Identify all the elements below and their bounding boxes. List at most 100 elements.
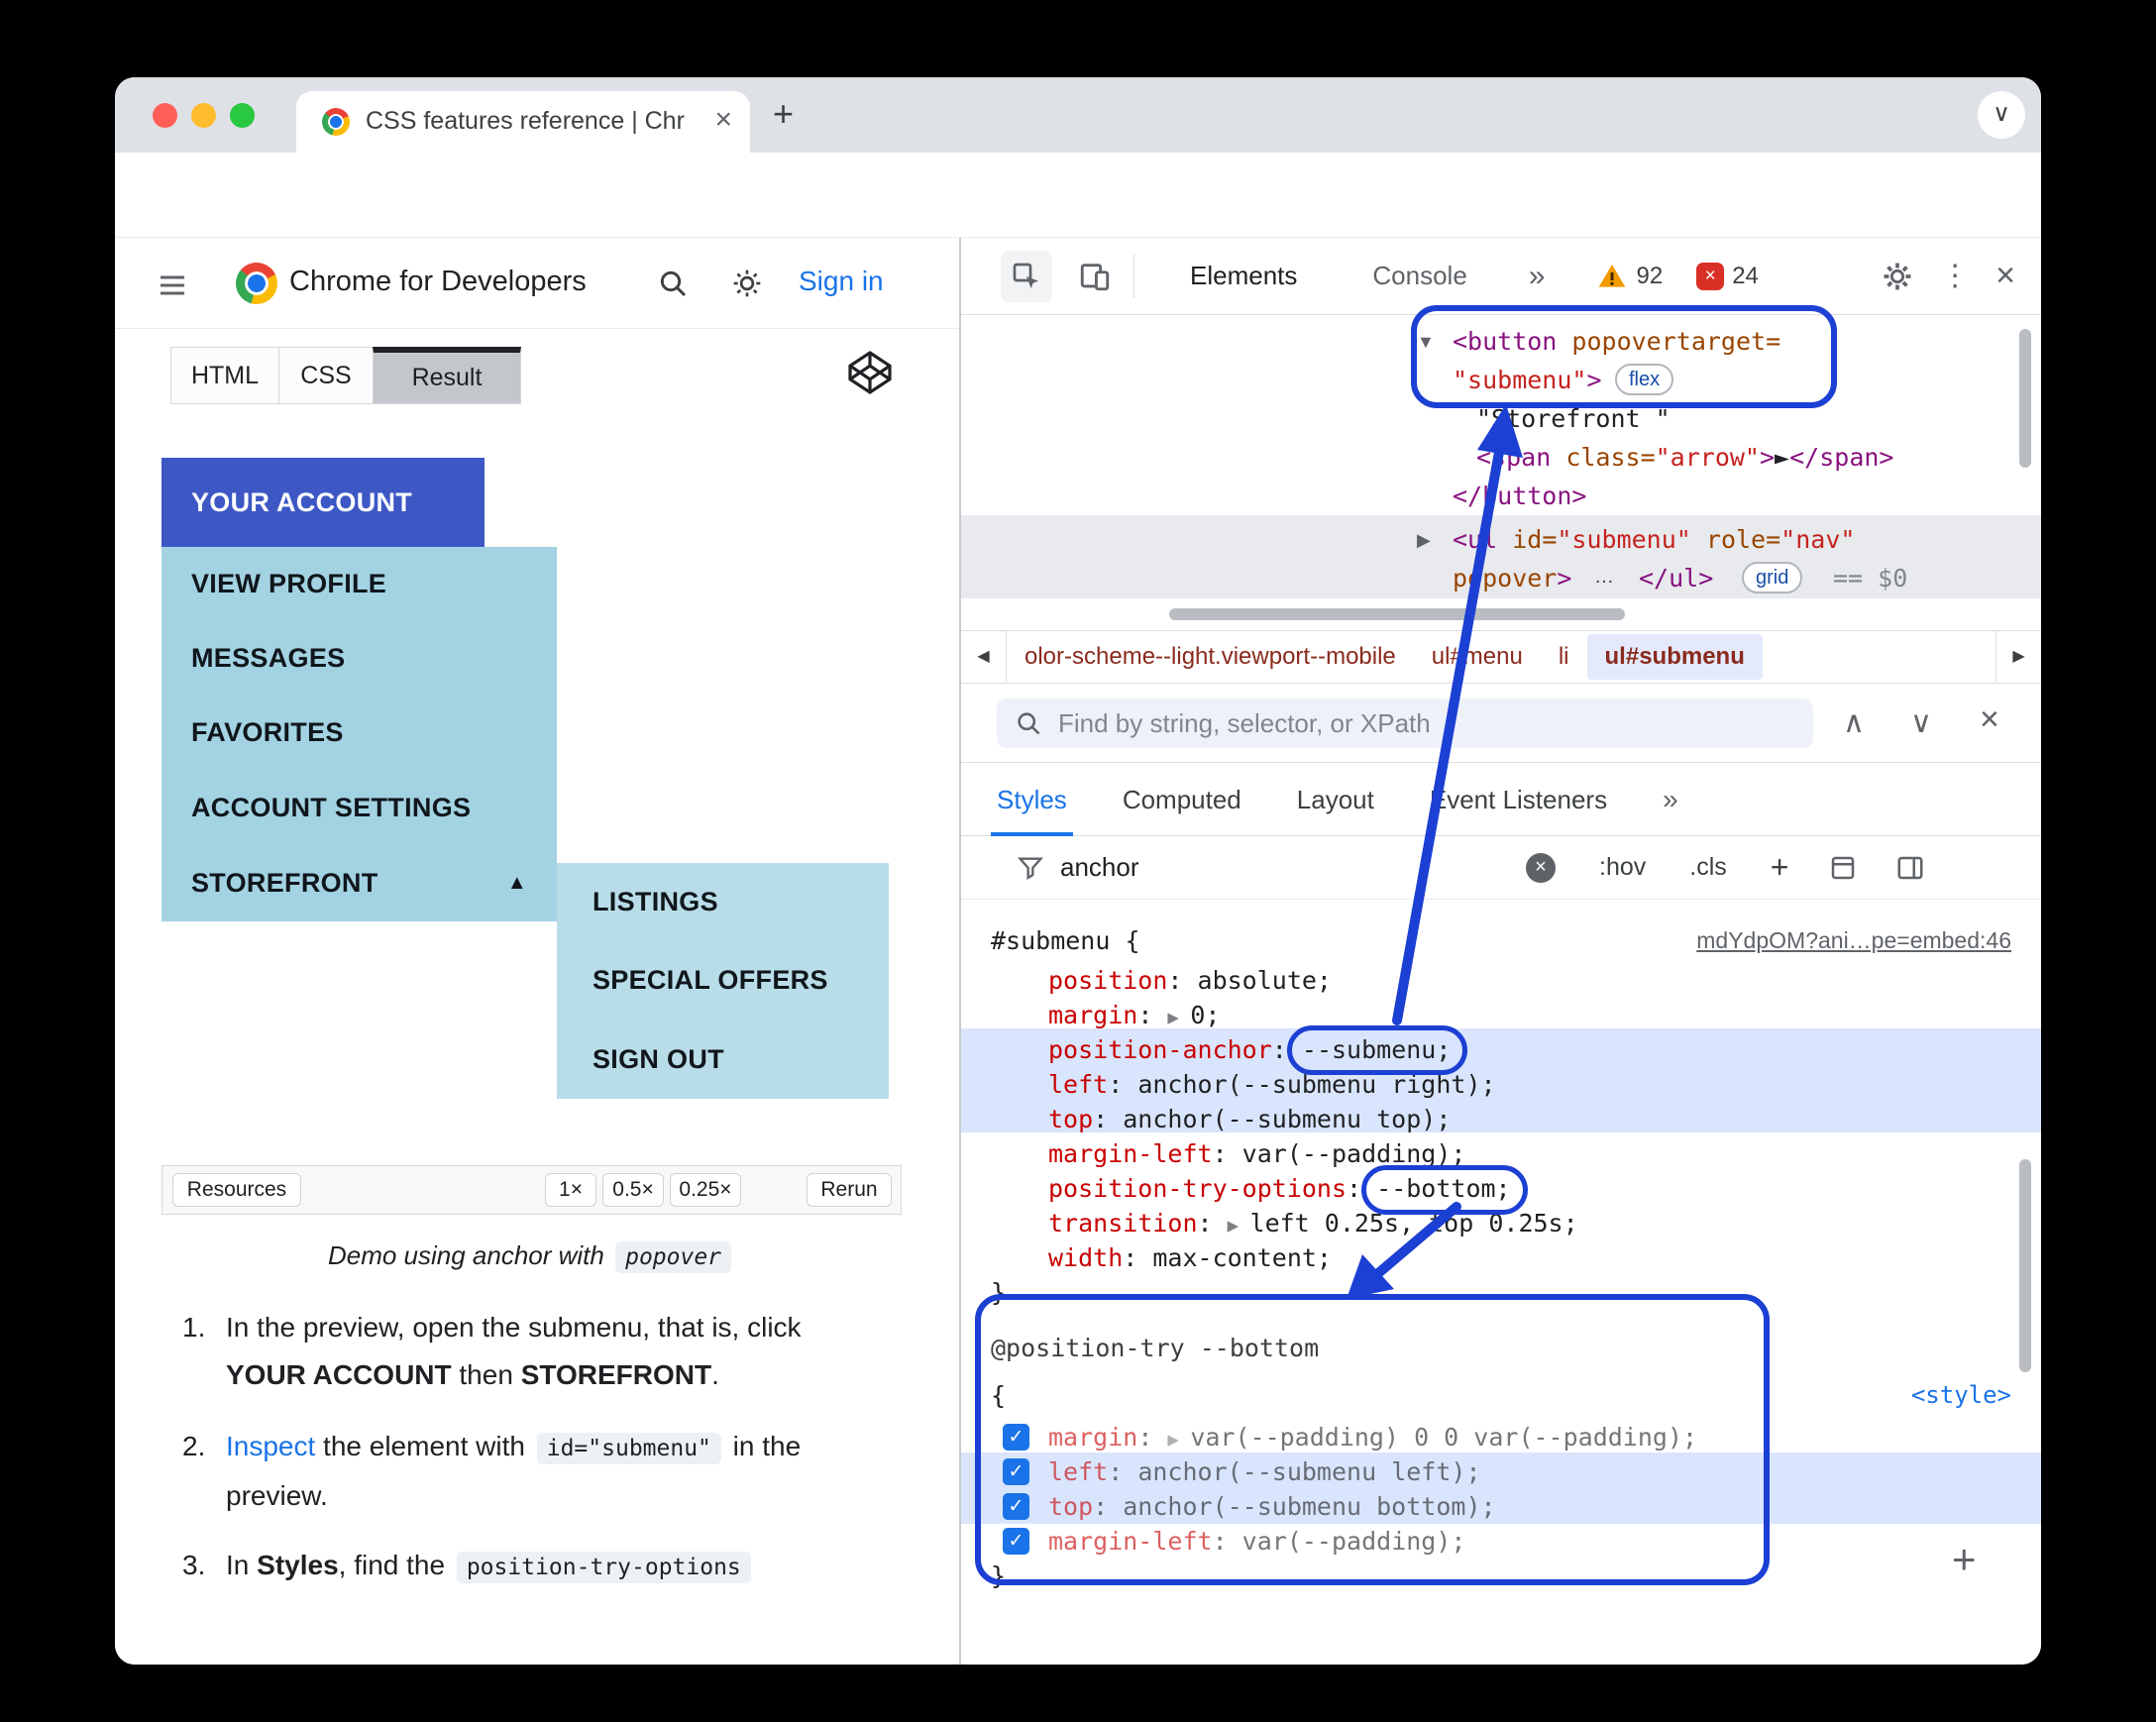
error-count[interactable]: 24 [1732, 263, 1759, 290]
find-close-icon[interactable]: × [1980, 700, 1999, 739]
window-close-button[interactable] [153, 103, 177, 128]
css-property[interactable]: transition: ▶ left 0.25s, top 0.25s; [1048, 1206, 1578, 1243]
sign-in-link[interactable]: Sign in [799, 266, 908, 297]
tab-result[interactable]: Result [373, 347, 521, 404]
grid-badge[interactable]: grid [1742, 562, 1803, 593]
tab-console[interactable]: Console [1372, 261, 1466, 291]
rule-source-link[interactable]: mdYdpOM?ani…pe=embed:46 [1696, 927, 2011, 954]
window-zoom-button[interactable] [230, 103, 255, 128]
tab-html[interactable]: HTML [170, 347, 279, 404]
tab-event-listeners[interactable]: Event Listeners [1430, 763, 1607, 836]
tree-node-ul-close[interactable]: </ul> [1639, 560, 1713, 597]
demo-menu-item[interactable]: FAVORITES [162, 696, 557, 770]
expand-arrow-icon[interactable]: ▼ [1417, 323, 1435, 361]
css-property[interactable]: left: anchor(--submenu right); [1048, 1067, 1496, 1102]
css-property-position-try-options[interactable]: position-try-options: --bottom; [1048, 1171, 1511, 1206]
css-property[interactable]: top: anchor(--submenu bottom); [1048, 1489, 1496, 1524]
scale-025x-button[interactable]: 0.25× [670, 1173, 741, 1207]
demo-submenu-item[interactable]: LISTINGS [557, 863, 889, 941]
resources-button[interactable]: Resources [172, 1173, 301, 1207]
window-minimize-button[interactable] [191, 103, 216, 128]
new-style-rule-icon[interactable]: + [1771, 849, 1789, 886]
scale-05x-button[interactable]: 0.5× [602, 1173, 664, 1207]
css-property[interactable]: margin: ▶ 0; [1048, 998, 1220, 1035]
demo-menu-item[interactable]: MESSAGES [162, 621, 557, 696]
property-checkbox[interactable]: ✓ [1003, 1458, 1029, 1485]
toggle-class-editor[interactable]: .cls [1689, 853, 1727, 882]
hamburger-menu-icon[interactable] [157, 269, 188, 301]
more-tabs-icon[interactable]: » [1663, 763, 1678, 836]
tree-node-span[interactable]: <span class="arrow">►</span> [1476, 439, 1893, 477]
more-panels-icon[interactable]: » [1529, 260, 1546, 293]
vertical-scrollbar[interactable] [2019, 329, 2031, 468]
error-icon[interactable]: × [1696, 262, 1725, 290]
codepen-icon[interactable] [846, 349, 894, 396]
device-toolbar-icon[interactable] [1078, 260, 1112, 293]
tree-node-button-attr[interactable]: "submenu"> [1453, 362, 1602, 399]
tab-search-button[interactable]: ∨ [1978, 91, 2025, 139]
site-brand[interactable]: Chrome for Developers [289, 266, 587, 298]
devtools-close-icon[interactable]: × [1995, 257, 2015, 295]
css-property-position-anchor[interactable]: position-anchor: --submenu; [1048, 1032, 1451, 1067]
tab-css[interactable]: CSS [278, 347, 374, 404]
toggle-hover-state[interactable]: :hov [1599, 853, 1646, 882]
css-property[interactable]: left: anchor(--submenu left); [1048, 1454, 1481, 1489]
new-tab-button[interactable]: + [773, 93, 794, 135]
devtools-kebab-icon[interactable]: ⋮ [1940, 259, 1970, 293]
ellipsis-expand-button[interactable]: … [1583, 567, 1625, 592]
tab-close-icon[interactable]: × [714, 103, 732, 137]
settings-gear-icon[interactable] [1881, 260, 1914, 293]
flex-badge[interactable]: flex [1615, 364, 1674, 395]
property-checkbox[interactable]: ✓ [1003, 1493, 1029, 1520]
tab-layout[interactable]: Layout [1297, 763, 1374, 836]
breadcrumb-item[interactable]: olor-scheme--light.viewport--mobile [1007, 643, 1414, 671]
find-input[interactable] [997, 699, 1813, 748]
theme-sun-icon[interactable] [731, 268, 763, 299]
tab-computed[interactable]: Computed [1123, 763, 1241, 836]
style-source-link[interactable]: <style> [1911, 1378, 2011, 1413]
demo-your-account-button[interactable]: YOUR ACCOUNT [162, 458, 485, 547]
position-try-header[interactable]: @position-try --bottom [991, 1331, 1319, 1365]
rendering-emulation-icon[interactable] [1828, 853, 1858, 883]
styles-filter-input[interactable] [1060, 852, 1526, 883]
breadcrumb-item[interactable]: li [1541, 643, 1587, 671]
breadcrumb-item-selected[interactable]: ul#submenu [1586, 634, 1763, 680]
filter-clear-icon[interactable]: × [1526, 852, 1556, 883]
css-property[interactable]: top: anchor(--submenu top); [1048, 1102, 1451, 1136]
crumb-scroll-left-icon[interactable]: ◀ [961, 630, 1007, 684]
tree-node-ul-open[interactable]: <ul id="submenu" role="nav" [1453, 521, 1855, 559]
demo-menu-item[interactable]: VIEW PROFILE [162, 547, 557, 621]
rule-selector[interactable]: #submenu { [991, 923, 1140, 958]
tree-node-button-close[interactable]: </button> [1453, 478, 1586, 515]
tab-elements[interactable]: Elements [1190, 261, 1297, 291]
find-next-icon[interactable]: ∨ [1910, 705, 1932, 740]
search-icon[interactable] [657, 268, 689, 299]
css-property[interactable]: position: absolute; [1048, 963, 1332, 998]
property-checkbox[interactable]: ✓ [1003, 1528, 1029, 1555]
breadcrumb-item[interactable]: ul#menu [1414, 643, 1541, 671]
scale-1x-button[interactable]: 1× [545, 1173, 596, 1207]
warning-count[interactable]: 92 [1636, 263, 1663, 290]
toggle-sidebar-icon[interactable] [1895, 853, 1925, 883]
css-property[interactable]: width: max-content; [1048, 1240, 1332, 1275]
property-checkbox[interactable]: ✓ [1003, 1424, 1029, 1451]
tree-node-ul-end[interactable]: popover> [1453, 560, 1571, 597]
expand-arrow-icon[interactable]: ▶ [1417, 521, 1431, 559]
css-property[interactable]: margin-left: var(--padding); [1048, 1136, 1465, 1171]
find-previous-icon[interactable]: ∧ [1843, 705, 1865, 740]
css-property[interactable]: margin: ▶ var(--padding) 0 0 var(--paddi… [1048, 1420, 1697, 1457]
demo-submenu-item[interactable]: SPECIAL OFFERS [557, 941, 889, 1020]
demo-menu-item-storefront[interactable]: STOREFRONT ▲ [162, 845, 557, 921]
demo-menu-item[interactable]: ACCOUNT SETTINGS [162, 770, 557, 845]
demo-submenu-item[interactable]: SIGN OUT [557, 1020, 889, 1099]
warning-icon[interactable] [1596, 261, 1628, 292]
tab-styles[interactable]: Styles [991, 763, 1073, 836]
crumb-scroll-right-icon[interactable]: ▶ [1995, 630, 2041, 684]
tree-node-button-open[interactable]: <button popovertarget= [1453, 323, 1780, 361]
vertical-scrollbar[interactable] [2019, 1159, 2031, 1372]
rerun-button[interactable]: Rerun [807, 1173, 892, 1207]
tree-node-text[interactable]: "Storefront " [1476, 400, 1671, 438]
css-property[interactable]: margin-left: var(--padding); [1048, 1524, 1465, 1559]
browser-tab[interactable]: CSS features reference | Chr × [296, 91, 750, 153]
horizontal-scrollbar[interactable] [1169, 608, 1625, 620]
